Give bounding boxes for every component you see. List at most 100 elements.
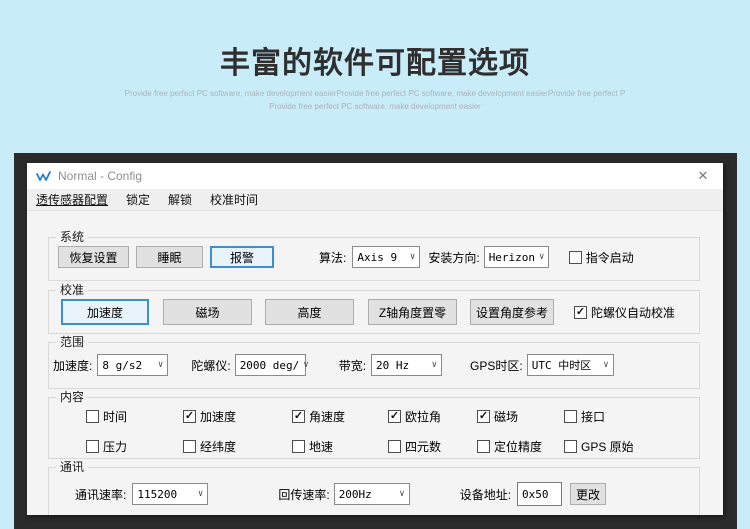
algorithm-select[interactable]: Axis 9 ∨ <box>352 246 421 268</box>
restore-settings-button[interactable]: 恢复设置 <box>58 246 129 268</box>
gps-timezone-value: UTC 中时区 <box>531 359 592 372</box>
chevron-down-icon: ∨ <box>303 360 309 370</box>
menubar: 透传感器配置 锁定 解锁 校准时间 <box>27 189 723 211</box>
group-calibration: 校准 加速度 磁场 高度 Z轴角度置零 设置角度参考 陀螺仪自动校准 <box>48 283 700 334</box>
install-direction-select[interactable]: Herizon ∨ <box>483 246 549 268</box>
menu-item-lock[interactable]: 锁定 <box>117 191 159 208</box>
close-icon[interactable]: ✕ <box>695 168 711 184</box>
checkbox-icon[interactable] <box>86 410 99 423</box>
angle-reference-button[interactable]: 设置角度参考 <box>470 299 554 325</box>
gyro-auto-calibration-checkbox[interactable]: 陀螺仪自动校准 <box>574 304 675 321</box>
chevron-down-icon: ∨ <box>197 489 204 499</box>
content-latlon-checkbox[interactable]: 经纬度 <box>183 438 292 455</box>
content-magnetic-checkbox[interactable]: 磁场 <box>477 408 564 425</box>
hero-subtitle-line2: Provide free perfect PC software, make d… <box>269 102 481 111</box>
content-acceleration-label: 加速度 <box>200 410 237 424</box>
zaxis-zero-button[interactable]: Z轴角度置零 <box>368 299 457 325</box>
chevron-down-icon: ∨ <box>399 489 405 499</box>
menu-item-unlock[interactable]: 解锁 <box>159 191 201 208</box>
app-logo-icon <box>36 170 52 182</box>
content-quaternion-label: 四元数 <box>405 440 442 454</box>
range-gyro-value: 2000 deg/ <box>239 358 300 372</box>
device-address-input[interactable] <box>517 482 563 506</box>
checkbox-icon[interactable] <box>477 440 490 453</box>
group-calibration-legend: 校准 <box>56 283 89 297</box>
checkbox-icon[interactable] <box>292 440 305 453</box>
content-position-accuracy-checkbox[interactable]: 定位精度 <box>477 438 564 455</box>
cmd-start-checkbox[interactable]: 指令启动 <box>568 249 634 266</box>
content-position-accuracy-label: 定位精度 <box>494 440 543 454</box>
group-system: 系统 恢复设置 睡眠 报警 算法: Axis 9 ∨ 安装方向: Herizon… <box>48 230 700 281</box>
chevron-down-icon: ∨ <box>409 252 416 262</box>
content-angular-velocity-checkbox[interactable]: 角速度 <box>292 408 388 425</box>
cmd-start-label: 指令启动 <box>585 250 634 265</box>
algorithm-label: 算法: <box>319 250 347 265</box>
checkbox-icon[interactable] <box>292 410 305 423</box>
device-address-label: 设备地址: <box>459 487 512 502</box>
sleep-button[interactable]: 睡眠 <box>136 246 203 268</box>
return-rate-value: 200Hz <box>338 487 372 501</box>
config-window: Normal - Config ✕ 透传感器配置 锁定 解锁 校准时间 系统 恢… <box>27 163 723 515</box>
content-pressure-label: 压力 <box>103 440 128 454</box>
chevron-down-icon: ∨ <box>431 360 438 370</box>
range-acceleration-value: 8 g/s2 <box>102 358 143 372</box>
menu-item-sensor-config[interactable]: 透传感器配置 <box>27 191 117 208</box>
return-rate-label: 回传速率: <box>278 487 330 502</box>
content-euler-angle-checkbox[interactable]: 欧拉角 <box>388 408 477 425</box>
checkbox-icon[interactable] <box>568 250 582 264</box>
content-time-label: 时间 <box>103 410 128 424</box>
checkbox-icon[interactable] <box>564 410 577 423</box>
chevron-down-icon: ∨ <box>157 360 164 370</box>
content-magnetic-label: 磁场 <box>494 410 519 424</box>
calibrate-acceleration-button[interactable]: 加速度 <box>61 299 149 325</box>
group-range-legend: 范围 <box>56 335 89 349</box>
baud-rate-label: 通讯速率: <box>75 487 127 502</box>
checkbox-icon[interactable] <box>477 410 490 423</box>
content-acceleration-checkbox[interactable]: 加速度 <box>183 408 292 425</box>
content-pressure-checkbox[interactable]: 压力 <box>86 438 183 455</box>
bandwidth-value: 20 Hz <box>376 358 410 372</box>
bandwidth-select[interactable]: 20 Hz ∨ <box>371 354 443 376</box>
group-content-legend: 内容 <box>56 390 89 404</box>
group-content: 内容 时间 加速度 角速度 <box>48 390 700 459</box>
screenshot-frame: Normal - Config ✕ 透传感器配置 锁定 解锁 校准时间 系统 恢… <box>14 153 737 529</box>
checkbox-icon[interactable] <box>564 440 577 453</box>
checkbox-icon[interactable] <box>183 410 196 423</box>
group-communication: 通讯 通讯速率: 115200 ∨ 回传速率: 200Hz ∨ 设备地址: 更改 <box>48 460 700 515</box>
range-acceleration-select[interactable]: 8 g/s2 ∨ <box>97 354 169 376</box>
titlebar: Normal - Config ✕ <box>27 163 723 189</box>
gps-timezone-select[interactable]: UTC 中时区 ∨ <box>526 354 614 376</box>
range-gyro-label: 陀螺仪: <box>191 358 231 373</box>
checkbox-icon[interactable] <box>574 305 587 319</box>
page-title: 丰富的软件可配置选项 <box>220 47 530 80</box>
content-time-checkbox[interactable]: 时间 <box>86 408 183 425</box>
content-euler-angle-label: 欧拉角 <box>405 410 442 424</box>
content-port-checkbox[interactable]: 接口 <box>564 408 699 425</box>
group-range: 范围 加速度: 8 g/s2 ∨ 陀螺仪: 2000 deg/ ∨ 带宽: 20… <box>48 335 700 389</box>
content-quaternion-checkbox[interactable]: 四元数 <box>388 438 477 455</box>
baud-rate-value: 115200 <box>137 487 178 501</box>
calibrate-magnetic-button[interactable]: 磁场 <box>163 299 252 325</box>
range-gyro-select[interactable]: 2000 deg/ ∨ <box>234 354 309 376</box>
alarm-button[interactable]: 报警 <box>210 246 274 268</box>
algorithm-value: Axis 9 <box>357 250 398 264</box>
checkbox-icon[interactable] <box>86 440 99 453</box>
checkbox-icon[interactable] <box>183 440 196 453</box>
content-port-label: 接口 <box>581 410 606 424</box>
chevron-down-icon: ∨ <box>603 360 609 370</box>
gyro-auto-calibration-label: 陀螺仪自动校准 <box>591 305 676 320</box>
content-ground-speed-checkbox[interactable]: 地速 <box>292 438 388 455</box>
gps-timezone-label: GPS时区: <box>470 358 523 373</box>
return-rate-select[interactable]: 200Hz ∨ <box>333 483 410 505</box>
content-gps-raw-checkbox[interactable]: GPS 原始 <box>564 438 699 455</box>
install-direction-label: 安装方向: <box>428 250 480 265</box>
change-address-button[interactable]: 更改 <box>570 483 607 505</box>
content-angular-velocity-label: 角速度 <box>309 410 346 424</box>
checkbox-icon[interactable] <box>388 440 401 453</box>
hero-subtitle-line1: Provide free perfect PC software, make d… <box>124 89 626 98</box>
chevron-down-icon: ∨ <box>539 252 545 262</box>
calibrate-height-button[interactable]: 高度 <box>265 299 354 325</box>
menu-item-calibrate-time[interactable]: 校准时间 <box>201 191 267 208</box>
baud-rate-select[interactable]: 115200 ∨ <box>132 483 209 505</box>
checkbox-icon[interactable] <box>388 410 401 423</box>
